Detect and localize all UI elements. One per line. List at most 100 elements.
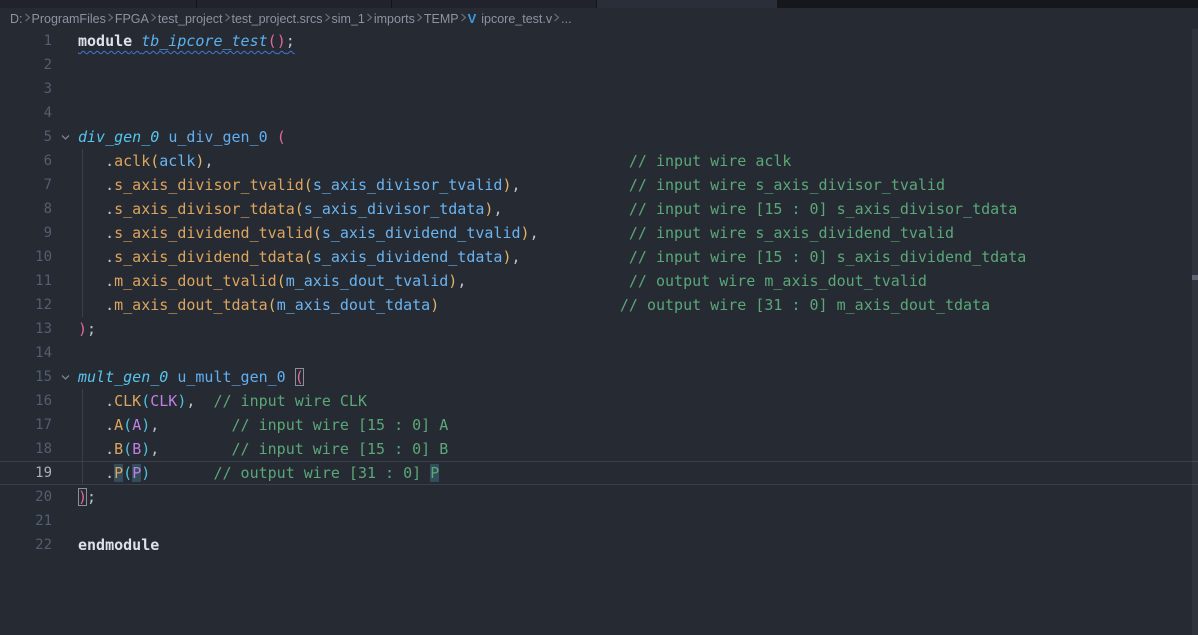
breadcrumb-item[interactable]: sim_1 xyxy=(332,12,365,26)
breadcrumb-item[interactable]: test_project.srcs xyxy=(232,12,323,26)
code-token xyxy=(213,152,628,170)
line-number[interactable]: 17 xyxy=(0,413,52,437)
code-line[interactable]: 11 .m_axis_dout_tvalid(m_axis_dout_tvali… xyxy=(0,269,1198,293)
code-line[interactable]: 14 xyxy=(0,341,1198,365)
code-token: s_axis_divisor_tvalid xyxy=(114,176,304,194)
code-token xyxy=(132,32,141,50)
line-number[interactable]: 18 xyxy=(0,437,52,461)
code-line[interactable]: 2 xyxy=(0,53,1198,77)
fold-margin xyxy=(52,293,78,317)
line-number[interactable]: 5 xyxy=(0,125,52,149)
breadcrumb-label: sim_1 xyxy=(332,12,365,26)
line-number[interactable]: 13 xyxy=(0,317,52,341)
line-number[interactable]: 4 xyxy=(0,101,52,125)
line-number[interactable]: 10 xyxy=(0,245,52,269)
chevron-right-icon xyxy=(323,12,332,26)
fold-margin xyxy=(52,221,78,245)
breadcrumb-label: ipcore_test.v xyxy=(481,12,552,26)
code-token xyxy=(168,368,177,386)
fold-margin xyxy=(52,245,78,269)
code-text: .s_axis_dividend_tdata(s_axis_dividend_t… xyxy=(78,245,1026,269)
code-line[interactable]: 20); xyxy=(0,485,1198,509)
code-token: B xyxy=(114,440,123,458)
code-token xyxy=(286,368,295,386)
breadcrumb-item[interactable]: FPGA xyxy=(115,12,149,26)
code-line[interactable]: 10 .s_axis_dividend_tdata(s_axis_dividen… xyxy=(0,245,1198,269)
line-number[interactable]: 14 xyxy=(0,341,52,365)
vertical-scrollbar[interactable] xyxy=(1192,29,1198,635)
code-text: .aclk(aclk), // input wire aclk xyxy=(78,149,791,173)
code-token: s_axis_dividend_tdata xyxy=(313,248,503,266)
breadcrumb-item[interactable]: D: xyxy=(10,12,23,26)
fold-chevron-down-icon[interactable] xyxy=(52,365,78,389)
code-line[interactable]: 6 .aclk(aclk), // input wire aclk xyxy=(0,149,1198,173)
breadcrumb-item[interactable]: Vipcore_test.v xyxy=(468,11,553,26)
code-line[interactable]: 8 .s_axis_divisor_tdata(s_axis_divisor_t… xyxy=(0,197,1198,221)
code-token: module xyxy=(78,32,132,50)
fold-margin xyxy=(52,461,78,485)
code-line[interactable]: 3 xyxy=(0,77,1198,101)
code-line[interactable]: 22endmodule xyxy=(0,533,1198,557)
breadcrumb-item[interactable]: TEMP xyxy=(424,12,459,26)
breadcrumb-item[interactable]: ProgramFiles xyxy=(32,12,106,26)
line-number[interactable]: 1 xyxy=(0,29,52,53)
fold-chevron-down-icon[interactable] xyxy=(52,125,78,149)
line-number[interactable]: 12 xyxy=(0,293,52,317)
code-line[interactable]: 7 .s_axis_divisor_tvalid(s_axis_divisor_… xyxy=(0,173,1198,197)
fold-margin xyxy=(52,317,78,341)
breadcrumb-item[interactable]: imports xyxy=(374,12,415,26)
line-number[interactable]: 20 xyxy=(0,485,52,509)
line-number[interactable]: 11 xyxy=(0,269,52,293)
line-number[interactable]: 9 xyxy=(0,221,52,245)
code-token xyxy=(159,416,231,434)
tab-segment[interactable] xyxy=(0,0,197,8)
code-line[interactable]: 4 xyxy=(0,101,1198,125)
editor[interactable]: 1module tb_ipcore_test();2345div_gen_0 u… xyxy=(0,29,1198,635)
line-number[interactable]: 3 xyxy=(0,77,52,101)
line-number[interactable]: 21 xyxy=(0,509,52,533)
line-number[interactable]: 2 xyxy=(0,53,52,77)
code-token: ) xyxy=(141,464,150,482)
tab-strip xyxy=(0,0,1198,8)
code-line[interactable]: 1module tb_ipcore_test(); xyxy=(0,29,1198,53)
line-number[interactable]: 19 xyxy=(0,461,52,485)
code-token: ; xyxy=(87,488,96,506)
code-line[interactable]: 16 .CLK(CLK), // input wire CLK xyxy=(0,389,1198,413)
line-number[interactable]: 15 xyxy=(0,365,52,389)
code-token: . xyxy=(105,392,114,410)
code-token: // input wire CLK xyxy=(213,392,367,410)
code-token xyxy=(521,248,629,266)
line-number[interactable]: 16 xyxy=(0,389,52,413)
code-token xyxy=(439,296,620,314)
code-line[interactable]: 19 .P(P) // output wire [31 : 0] P xyxy=(0,461,1198,485)
code-line[interactable]: 9 .s_axis_dividend_tvalid(s_axis_dividen… xyxy=(0,221,1198,245)
code-line[interactable]: 12 .m_axis_dout_tdata(m_axis_dout_tdata)… xyxy=(0,293,1198,317)
code-line[interactable]: 13); xyxy=(0,317,1198,341)
code-token xyxy=(159,128,168,146)
breadcrumb-item[interactable]: test_project xyxy=(158,12,223,26)
code-token: P xyxy=(114,464,123,482)
code-token: B xyxy=(132,440,141,458)
line-number[interactable]: 8 xyxy=(0,197,52,221)
code-token: CLK xyxy=(150,392,177,410)
line-number[interactable]: 22 xyxy=(0,533,52,557)
chevron-right-icon xyxy=(223,12,232,26)
code-line[interactable]: 5div_gen_0 u_div_gen_0 ( xyxy=(0,125,1198,149)
code-line[interactable]: 18 .B(B), // input wire [15 : 0] B xyxy=(0,437,1198,461)
code-line[interactable]: 17 .A(A), // input wire [15 : 0] A xyxy=(0,413,1198,437)
code-editor-window: D: ProgramFiles FPGA test_project test_proje… xyxy=(0,0,1198,635)
code-line[interactable]: 15mult_gen_0 u_mult_gen_0 ( xyxy=(0,365,1198,389)
line-number[interactable]: 7 xyxy=(0,173,52,197)
tab-segment[interactable] xyxy=(392,0,597,8)
tab-segment[interactable] xyxy=(197,0,392,8)
code-token: // output wire m_axis_dout_tvalid xyxy=(629,272,927,290)
code-token: ( xyxy=(123,464,132,482)
code-token: aclk xyxy=(114,152,150,170)
code-token: P xyxy=(132,464,141,482)
tab-segment-active[interactable] xyxy=(597,0,777,8)
code-token: ( xyxy=(268,32,277,50)
line-number[interactable]: 6 xyxy=(0,149,52,173)
code-token: // input wire s_axis_divisor_tvalid xyxy=(629,176,945,194)
breadcrumb-item[interactable]: ... xyxy=(561,12,571,26)
code-line[interactable]: 21 xyxy=(0,509,1198,533)
